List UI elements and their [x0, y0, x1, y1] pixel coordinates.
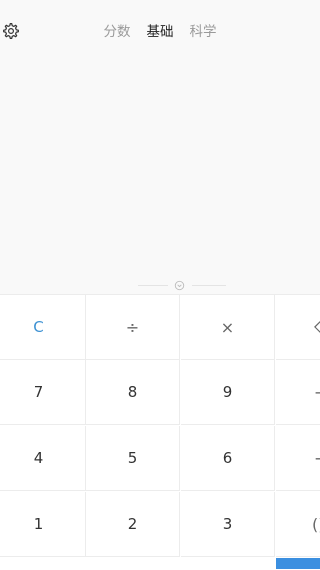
divider-line-right: [192, 285, 226, 286]
key-9[interactable]: 9: [181, 360, 275, 425]
key-1[interactable]: 1: [0, 492, 86, 557]
tab-scientific[interactable]: 科学: [190, 22, 217, 42]
header: 分数 基础 科学: [0, 0, 320, 62]
tab-basic[interactable]: 基础: [147, 22, 174, 42]
plus-button[interactable]: +: [276, 426, 320, 491]
divide-button[interactable]: ÷: [86, 295, 180, 360]
minus-button[interactable]: −: [276, 360, 320, 425]
key-6[interactable]: 6: [181, 426, 275, 491]
keypad-divider: [0, 278, 320, 294]
backspace-button[interactable]: ⌫: [276, 295, 320, 360]
keypad: C ÷ × ⌫ 7 8 9 − 4 5 6 + 1 2 3 (): [0, 294, 320, 570]
display-area: [0, 62, 320, 278]
key-3[interactable]: 3: [181, 492, 275, 557]
multiply-button[interactable]: ×: [181, 295, 275, 360]
divider-line-left: [138, 285, 168, 286]
collapse-handle-icon[interactable]: [174, 280, 185, 291]
key-4[interactable]: 4: [0, 426, 86, 491]
equals-button[interactable]: [276, 558, 320, 569]
clear-button[interactable]: C: [0, 295, 86, 360]
key-7[interactable]: 7: [0, 360, 86, 425]
parentheses-button[interactable]: (): [276, 492, 320, 557]
key-2[interactable]: 2: [86, 492, 180, 557]
key-8[interactable]: 8: [86, 360, 180, 425]
tab-fraction[interactable]: 分数: [104, 22, 131, 42]
key-5[interactable]: 5: [86, 426, 180, 491]
mode-tabs: 分数 基础 科学: [0, 22, 320, 42]
